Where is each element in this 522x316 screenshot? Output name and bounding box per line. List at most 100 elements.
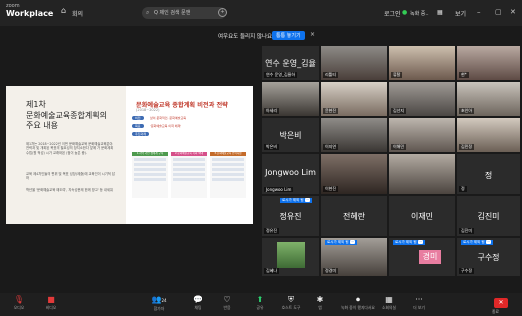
shield-icon: ⛨ — [288, 295, 294, 304]
shared-screen: 제1차 문화예술교육종합계획의 주요 내용 제1차는 2018~2022년 이번… — [6, 86, 253, 224]
breakout-icon: ▦ — [385, 295, 393, 304]
participants-button[interactable]: 👥24 참가자 — [144, 295, 174, 312]
slide-tagline: '문화예술교육 이력 체제' — [150, 124, 182, 128]
home-icon[interactable]: ⌂ — [61, 6, 66, 15]
mute-button[interactable]: 🎙 오디오 — [4, 295, 34, 311]
participant-tile[interactable]: 이현진 — [321, 154, 387, 194]
participant-tile[interactable]: 김진미 김진미 — [457, 196, 520, 236]
add-icon[interactable]: + — [218, 8, 227, 17]
participant-name: 경미 — [419, 250, 441, 264]
top-bar: zoom Workplace ⌄ ⌂ 회의 ⌕ Q 제인 검색 문앤 + 로그인… — [0, 0, 522, 26]
notice-close-icon[interactable]: × — [310, 31, 315, 38]
more-button[interactable]: ··· 더 보기 — [404, 295, 434, 311]
slide-paragraph: 제1차는 2018~2022년 이번 문화예술교육 문화예술교육분야 전략과 및… — [26, 142, 114, 155]
participant-tile[interactable]: 이지연 — [321, 118, 387, 152]
view-button[interactable]: 보기 — [455, 9, 466, 18]
slide-tag: 목표 — [132, 124, 144, 128]
participant-label: 박은비 — [264, 144, 280, 150]
participant-label: 김혜나 — [264, 268, 280, 274]
participant-tile[interactable]: 류탈 — [389, 46, 455, 80]
video-off-icon: ■ — [47, 295, 55, 304]
end-label: 종료 — [492, 309, 499, 314]
participant-label: 윤현진 — [323, 108, 339, 114]
share-screen-icon: ⬆ — [256, 295, 264, 304]
share-button[interactable]: ⬆ 공유 — [245, 295, 275, 311]
participant-label: Jongwoo Lim — [264, 187, 294, 192]
more-icon: ··· — [415, 295, 423, 304]
slide-title: 제1차 문화예술교육종합계획의 주요 내용 — [26, 100, 107, 130]
participant-tile[interactable]: 아세리 — [262, 82, 319, 116]
participant-label: 아세리 — [264, 108, 280, 114]
slide-left-panel: 제1차 문화예술교육종합계획의 주요 내용 제1차는 2018~2022년 이번… — [6, 86, 126, 224]
participant-tile[interactable]: 김선지 — [389, 82, 455, 116]
search-icon: ⌕ — [146, 9, 150, 16]
record-icon: ⏺ — [356, 295, 360, 304]
apps-icon: ✱ — [316, 295, 324, 304]
search-input[interactable]: ⌕ Q 제인 검색 문앤 — [142, 7, 226, 19]
participant-tile[interactable]: 이재민 — [389, 196, 455, 236]
participant-label: 김민정 — [459, 144, 475, 150]
participant-tile[interactable]: Jongwoo Lim Jongwoo Lim — [262, 154, 319, 194]
participant-label: 정유진 — [264, 228, 280, 234]
participant-label: 이지연 — [323, 144, 339, 150]
participants-icon: 👥24 — [151, 295, 167, 304]
meeting-toolbar: 🎙 오디오 ■ 비디오 👥24 참가자 💬 채팅 ♡ 반응 ⬆ 공유 ⛨ 호스트… — [0, 293, 522, 316]
participant-label: 류탈 — [391, 72, 403, 78]
participant-tile[interactable]: 김혜나 — [262, 238, 319, 276]
participant-label: 리틀티 — [323, 72, 339, 78]
participant-label: 이해민 — [391, 144, 407, 150]
participant-tile[interactable]: 연수 운영_김율 연수 운영_김율하 — [262, 46, 319, 80]
participant-label: 초인아 — [459, 108, 475, 114]
participant-tile[interactable]: 이해민 — [389, 118, 455, 152]
status-badge: 로시가 제외 됨 ··· — [280, 198, 312, 203]
participant-tile[interactable]: 초인아 — [457, 82, 520, 116]
participant-label: 구수정 — [459, 268, 475, 274]
participant-tile[interactable]: 전혜란 — [321, 196, 387, 236]
slide-paragraph: 학년을 '문화예술교육 때도여', 지속성문제 한께 방고' 등 내세워 — [26, 188, 113, 192]
apps-button[interactable]: ✱ 앱 — [305, 295, 335, 311]
heart-icon: ♡ — [223, 295, 231, 304]
participant-label: 이현진 — [323, 186, 339, 192]
status-badge: 로시가 제외 됨 ··· — [461, 240, 493, 245]
chat-icon: 💬 — [193, 295, 203, 304]
participant-tile[interactable]: 로시가 제외 됨 ··· 구수정 구수정 — [457, 238, 520, 276]
recording-status: 녹화 중.. — [410, 11, 429, 17]
slide-tag: 추진과제 — [132, 132, 150, 136]
participant-tile[interactable]: 정 정 — [457, 154, 520, 194]
slide-right-panel: 문화예술교육 종합계획 비전과 전략 (2018~2022) 비전 삶이 문화적… — [126, 86, 253, 224]
shield-icon: ● — [402, 9, 408, 16]
participant-tile[interactable]: 로시가 제외 됨 ··· 정유진 정유진 — [262, 196, 319, 236]
close-button[interactable]: ✕ — [510, 8, 516, 16]
slide-tagline: 삶이 문화적인, 문화예술교육 — [150, 116, 186, 120]
avatar — [277, 242, 305, 268]
maximize-button[interactable]: ▢ — [495, 8, 502, 16]
participant-tile[interactable] — [389, 154, 455, 194]
notice-button[interactable]: 통통 놓기기 — [272, 31, 305, 40]
participant-label: 김진미 — [459, 228, 475, 234]
slide-subheading: (2018~2022) — [136, 108, 160, 112]
participant-tile[interactable]: 김민정 — [457, 118, 520, 152]
participant-tile[interactable]: 윤현진 — [321, 82, 387, 116]
status-badge: 로시가 제외 됨 ··· — [325, 240, 357, 245]
participant-label: 연수 운영_김율하 — [264, 72, 298, 78]
participant-label: 김선지 — [391, 108, 407, 114]
participant-tile[interactable]: 로시가 제외 됨 ··· 정경미 — [321, 238, 387, 276]
end-button[interactable]: ✕ — [494, 298, 508, 308]
video-button[interactable]: ■ 비디오 — [36, 295, 66, 311]
slide-paragraph: 교육 제4차인들의 편위 및 목표 성장(제출)에 교육인이 시기적 답하 — [26, 172, 115, 181]
minimize-button[interactable]: – — [477, 8, 481, 16]
chat-button[interactable]: 💬 채팅 — [183, 295, 213, 311]
react-button[interactable]: ♡ 반응 — [212, 295, 242, 311]
participant-tile[interactable]: 현* — [457, 46, 520, 80]
login-button[interactable]: 로그인 — [384, 9, 401, 18]
host-tools-button[interactable]: ⛨ 호스트 도구 — [276, 295, 306, 311]
record-button[interactable]: ⏺ 녹화 중이 됐지다서요 — [338, 295, 378, 311]
meeting-tab[interactable]: 회의 — [72, 9, 83, 18]
participant-tile[interactable]: 리틀티 — [321, 46, 387, 80]
chevron-down-icon[interactable]: ⌄ — [46, 9, 51, 16]
breakout-button[interactable]: ▦ 소회의실 — [374, 295, 404, 311]
microphone-muted-icon: 🎙 — [13, 295, 25, 304]
participant-tile[interactable]: 박은비 박은비 — [262, 118, 319, 152]
grid-icon[interactable]: ▦ — [437, 9, 443, 16]
participant-tile[interactable]: 로시가 제외 됨 ··· 경미 — [389, 238, 455, 276]
